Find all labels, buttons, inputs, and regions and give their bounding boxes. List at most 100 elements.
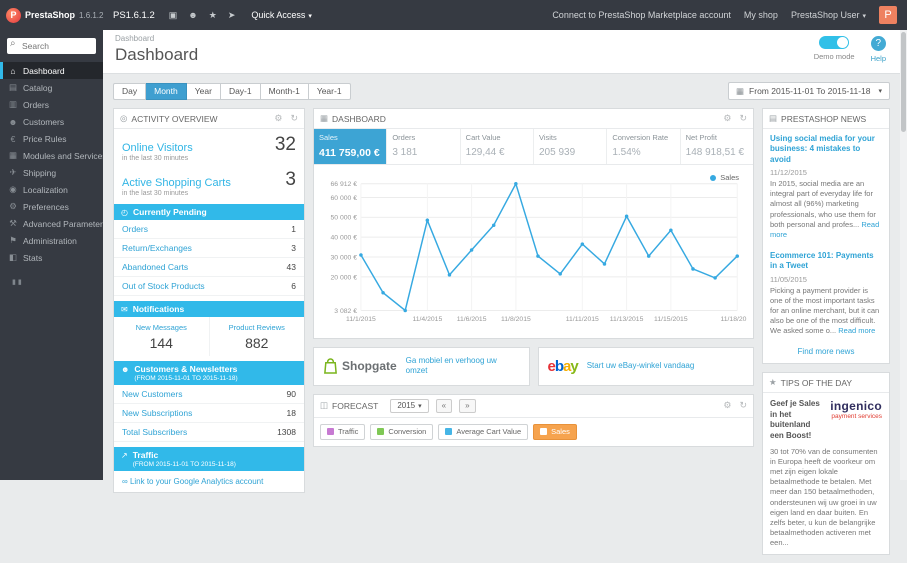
ebay-link[interactable]: Start uw eBay-winkel vandaag [587,361,695,371]
filter-year-1-button[interactable]: Year-1 [309,83,351,100]
find-more-news-link[interactable]: Find more news [763,342,889,363]
article-title-link[interactable]: Ecommerce 101: Payments in a Tweet [770,251,882,272]
forecast-legend-average-cart-value[interactable]: Average Cart Value [438,424,528,440]
person-icon [121,365,129,374]
chart-legend[interactable]: Sales [710,173,739,182]
gear-icon[interactable] [723,113,731,124]
scrollbar-thumb[interactable] [901,32,906,132]
stat-cart-value[interactable]: Cart Value 129,44 € [461,129,534,164]
abandoned-carts-count: 43 [287,262,296,272]
forecast-prev-button[interactable]: « [436,399,452,413]
date-range-picker[interactable]: From 2015-11-01 To 2015-11-18 [728,82,890,100]
tips-headline: Geef je Sales in het buitenland een Boos… [770,399,825,441]
svg-text:30 000 €: 30 000 € [331,254,358,261]
sidebar-item-label: Preferences [23,202,69,212]
sidebar-item-administration[interactable]: ⚑ Administration [0,232,103,249]
sidebar-item-preferences[interactable]: ⚙ Preferences [0,198,103,215]
svg-text:40 000 €: 40 000 € [331,235,358,242]
gear-icon[interactable] [723,400,731,411]
breadcrumb[interactable]: Dashboard [115,34,888,43]
gear-icon[interactable] [274,113,282,124]
filter-month-button[interactable]: Month [146,83,187,100]
orders-count: 1 [291,224,296,234]
sidebar-item-shipping[interactable]: ✈ Shipping [0,164,103,181]
sidebar-item-advanced-parameters[interactable]: ⚒ Advanced Parameters [0,215,103,232]
product-reviews-cell[interactable]: Product Reviews 882 [209,317,305,356]
sidebar-item-dashboard[interactable]: ⌂ Dashboard [0,62,103,79]
sidebar-item-label: Orders [23,100,49,110]
stat-net-profit-value: 148 918,51 € [686,147,748,158]
forecast-legend-sales[interactable]: Sales [533,424,577,440]
read-more-link[interactable]: Read more [838,326,875,335]
refresh-icon[interactable] [290,113,298,124]
out-of-stock-link[interactable]: Out of Stock Products [122,281,205,291]
sidebar-collapse-icon[interactable]: ▮▮ [0,266,103,286]
orders-link[interactable]: Orders [122,224,148,234]
shopgate-link[interactable]: Ga mobiel en verhoog uw omzet [406,356,520,377]
sidebar-item-localization[interactable]: ◉ Localization [0,181,103,198]
abandoned-carts-link[interactable]: Abandoned Carts [122,262,188,272]
stat-sales-value: 411 759,00 € [319,147,381,159]
forecast-legend-conversion[interactable]: Conversion [370,424,433,440]
sidebar-item-catalog[interactable]: ▤ Catalog [0,79,103,96]
new-customers-link[interactable]: New Customers [122,389,182,399]
stat-orders[interactable]: Orders 3 181 [387,129,460,164]
sidebar-item-stats[interactable]: ◧ Stats [0,249,103,266]
article-title-link[interactable]: Using social media for your business: 4 … [770,134,882,165]
row-total-subscribers: Total Subscribers 1308 [114,423,304,442]
demo-mode-toggle[interactable] [819,36,849,49]
brand[interactable]: P PrestaShop 1.6.1.2 [0,8,103,23]
active-carts-link[interactable]: Active Shopping Carts [122,177,231,189]
help-icon[interactable]: ? [871,36,886,51]
trophy-icon[interactable]: ★ [209,10,217,21]
stat-net-profit-label: Net Profit [686,133,748,142]
marketplace-link[interactable]: Connect to PrestaShop Marketplace accoun… [552,10,731,20]
stat-sales[interactable]: Sales 411 759,00 € [314,129,387,164]
sidebar-item-customers[interactable]: ☻ Customers [0,113,103,130]
date-range-buttons: Day Month Year Day-1 Month-1 Year-1 [113,83,351,100]
average-cart-value-swatch-icon [445,428,452,435]
rocket-icon[interactable]: ➤ [228,10,236,21]
sidebar-item-price-rules[interactable]: € Price Rules [0,130,103,147]
returns-link[interactable]: Return/Exchanges [122,243,192,253]
filter-month-1-button[interactable]: Month-1 [261,83,309,100]
total-subscribers-count: 1308 [277,427,296,437]
new-subscriptions-link[interactable]: New Subscriptions [122,408,192,418]
forecast-panel-title: FORECAST [332,401,378,411]
help-label[interactable]: Help [871,54,886,63]
stat-visits[interactable]: Visits 205 939 [534,129,607,164]
administration-icon: ⚑ [8,235,18,246]
filter-day-1-button[interactable]: Day-1 [221,83,261,100]
quick-access-menu[interactable]: Quick Access [251,10,312,20]
forecast-legend-traffic[interactable]: Traffic [320,424,365,440]
my-shop-link[interactable]: My shop [744,10,778,20]
activity-overview-panel: ACTIVITY OVERVIEW Online Visitors 32 in … [113,108,305,493]
forecast-next-button[interactable]: » [459,399,475,413]
shop-name[interactable]: PS1.6.1.2 [113,10,155,21]
new-messages-cell[interactable]: New Messages 144 [114,317,209,356]
filter-year-button[interactable]: Year [187,83,221,100]
forecast-year-select[interactable]: 2015 [390,399,428,413]
sidebar-item-orders[interactable]: ▥ Orders [0,96,103,113]
article-body: In 2015, social media are an integral pa… [770,179,882,240]
total-subscribers-link[interactable]: Total Subscribers [122,427,187,437]
refresh-icon[interactable] [739,113,747,124]
svg-text:60 000 €: 60 000 € [331,195,358,202]
cart-icon[interactable]: ▣ [169,10,178,21]
page-scrollbar[interactable] [900,30,907,480]
avatar[interactable]: P [879,6,897,24]
filter-day-button[interactable]: Day [113,83,146,100]
stat-net-profit[interactable]: Net Profit 148 918,51 € [681,129,753,164]
google-analytics-link[interactable]: Link to your Google Analytics account [114,471,304,492]
traffic-subtitle: (FROM 2015-11-01 TO 2015-11-18) [133,461,236,468]
user-menu[interactable]: PrestaShop User [791,10,866,20]
stat-conversion-rate[interactable]: Conversion Rate 1.54% [607,129,680,164]
sidebar-item-label: Administration [23,236,77,246]
search-input[interactable] [7,38,96,54]
user-icon[interactable]: ☻ [188,10,197,21]
refresh-icon[interactable] [739,400,747,411]
sidebar-item-modules[interactable]: ▦ Modules and Services [0,147,103,164]
online-visitors-link[interactable]: Online Visitors [122,142,193,154]
notifications-title: Notifications [133,304,184,314]
pending-row-out-of-stock: Out of Stock Products 6 [114,277,304,296]
